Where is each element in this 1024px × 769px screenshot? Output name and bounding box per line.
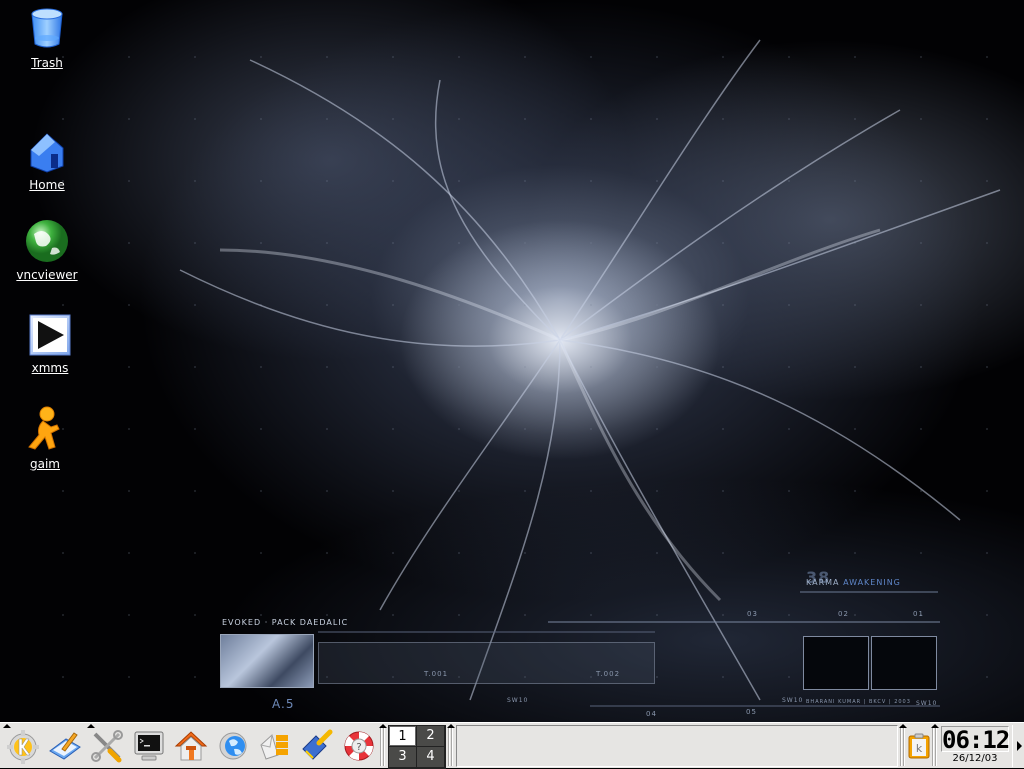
wallpaper-thumbnail [220,634,314,688]
wallpaper-sw1: SW10 [507,697,529,704]
wallpaper-n03: 03 [747,610,758,618]
arrow-right-icon [1016,741,1022,751]
pager-drag-handle[interactable] [380,726,386,766]
wallpaper-n04: 04 [646,710,657,718]
wallpaper-t1: T.001 [424,670,449,678]
kde-menu-button[interactable] [3,727,43,765]
pencil-paper-icon [49,732,81,760]
mail-icon [260,734,288,760]
desktop-icon-vncviewer[interactable]: vncviewer [2,218,92,283]
wallpaper-sw2: SW10 [782,697,804,704]
wallpaper-tendril [558,339,722,602]
desktop-icon-xmms[interactable]: xmms [5,313,95,376]
clock-date: 26/12/03 [952,753,998,764]
desktop-icon-gaim[interactable]: gaim [0,405,90,472]
launcher-home[interactable] [171,727,211,765]
menu-arrow-icon [379,724,387,728]
desktop-icon-label: Trash [31,56,63,70]
wallpaper-n01: 01 [913,610,924,618]
trash-icon [31,8,63,48]
clock-drag-handle[interactable] [932,726,938,766]
kde-gear-icon [7,730,39,764]
desktop-icon-label: Home [29,178,65,192]
wallpaper-tendril [249,59,561,341]
pager-desktop-3[interactable]: 3 [389,747,416,767]
wallpaper-tendril [559,39,761,341]
wallpaper-code: A.5 [272,697,295,711]
desktop-icon-label: vncviewer [16,268,78,282]
wallpaper-atom-left [803,636,869,690]
launcher-editor[interactable] [45,727,85,765]
desktop-background[interactable]: EVOKED · PACK DAEDALIC A.5 T.001 T.002 3… [0,0,1024,722]
globe-icon [26,220,68,262]
klipper-icon: k [908,733,930,759]
office-brush-icon [302,729,333,760]
wallpaper-tendril [379,339,561,611]
svg-text:?: ? [356,742,361,753]
tools-icon [91,730,123,763]
menu-arrow-icon [931,724,939,728]
home-icon [174,731,208,761]
menu-arrow-icon [447,724,455,728]
running-man-icon [28,406,60,450]
lifebuoy-help-icon: ? [344,731,374,761]
wallpaper-n02: 02 [838,610,849,618]
svg-text:k: k [916,742,923,755]
desktop-icon-label: gaim [30,457,60,471]
wallpaper-tendril [559,339,961,521]
systray-drag-handle[interactable] [900,726,906,766]
taskbar-panel: ? 1 2 3 4 k 06:12 26/12/03 [0,722,1024,769]
menu-arrow-icon [899,724,907,728]
terminal-icon [134,731,164,761]
wallpaper-karma-title: KARMA AWAKENING [806,578,901,587]
home-folder-icon [30,133,64,173]
wallpaper-tendril [559,109,901,341]
taskbar-window-list[interactable] [456,725,898,767]
launcher-browser[interactable] [213,727,253,765]
launcher-mail[interactable] [255,727,295,765]
pager-desktop-1[interactable]: 1 [389,726,416,746]
launcher-help[interactable]: ? [339,727,379,765]
panel-hide-button[interactable] [1012,725,1024,767]
pager-desktop-2[interactable]: 2 [417,726,444,746]
wallpaper-tendril [179,269,561,347]
launcher-office[interactable] [297,727,337,765]
klipper-button[interactable]: k [908,733,930,759]
launcher-terminal[interactable] [129,727,169,765]
desktop-icon-home[interactable]: Home [2,130,92,193]
clock[interactable]: 06:12 26/12/03 [940,725,1010,767]
pager-desktop-4[interactable]: 4 [417,747,444,767]
clock-time: 06:12 [941,726,1010,754]
wallpaper-art [179,39,1001,707]
play-icon [29,314,71,356]
wallpaper-credit: BHARANI KUMAR | BKCV | 2003 [806,699,911,705]
desktop-icon-label: xmms [31,361,69,375]
taskbar-drag-handle[interactable] [448,726,454,766]
wallpaper-evoked-title: EVOKED · PACK DAEDALIC [222,618,349,627]
wallpaper-t2: T.002 [596,670,621,678]
launcher-control-center[interactable] [87,727,127,765]
wallpaper-sw3: SW10 [916,700,938,707]
wallpaper-tendril [559,228,881,342]
wallpaper-n05: 05 [746,708,757,716]
wallpaper-tendril [434,79,561,341]
konqueror-globe-icon [219,732,247,760]
desktop-pager: 1 2 3 4 [388,725,446,769]
wallpaper-atom-right [871,636,937,690]
desktop-icon-trash[interactable]: Trash [2,6,92,71]
